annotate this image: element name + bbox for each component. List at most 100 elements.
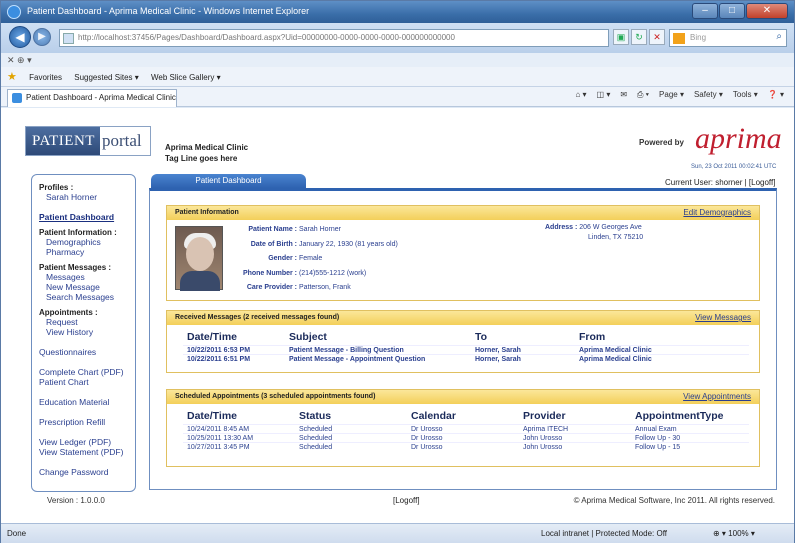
security-zone[interactable]: Local intranet | Protected Mode: Off <box>541 524 667 543</box>
status-text: Done <box>7 529 27 538</box>
browser-tab[interactable]: Patient Dashboard - Aprima Medical Clini… <box>7 89 177 107</box>
compatibility-icon[interactable]: ▣ <box>613 29 629 45</box>
back-icon[interactable]: ◀ <box>9 26 31 48</box>
address-label: Address : <box>545 224 578 231</box>
window-controls: – □ ✕ <box>691 3 788 19</box>
sidebar-item-request[interactable]: Request <box>39 317 135 327</box>
close-button[interactable]: ✕ <box>746 3 788 19</box>
dob-row: Date of Birth : January 22, 1930 (81 yea… <box>197 238 398 253</box>
safety-menu[interactable]: Safety ▾ <box>694 90 723 100</box>
home-icon[interactable]: ⌂ ▾ <box>575 90 586 100</box>
web-slice-gallery-link[interactable]: Web Slice Gallery ▾ <box>151 73 221 82</box>
dashboard-panel: Patient Information Edit Demographics Pa… <box>149 188 777 490</box>
table-row[interactable]: 10/25/2011 13:30 AM Scheduled Dr Urosso … <box>183 433 749 442</box>
search-icon[interactable]: ⌕ <box>776 31 782 42</box>
favorites-star-icon: ★ <box>7 71 17 83</box>
gender-label: Gender : <box>268 255 297 262</box>
copyright-text: © Aprima Medical Software, Inc 2011. All… <box>573 496 775 505</box>
zoom-control[interactable]: ⊕ ▾ 100% ▾ <box>713 524 755 543</box>
sidebar-item-search-messages[interactable]: Search Messages <box>39 292 135 302</box>
ie-icon <box>7 5 21 19</box>
table-row[interactable]: 10/27/2011 3:45 PM Scheduled Dr Urosso J… <box>183 442 749 451</box>
header-logoff-link[interactable]: [Logoff] <box>749 178 776 187</box>
patient-details: Patient Name : Sarah Horner Date of Birt… <box>197 223 398 296</box>
patient-name-row: Patient Name : Sarah Horner <box>197 223 398 238</box>
clinic-name: Aprima Medical Clinic <box>165 143 249 152</box>
minimize-button[interactable]: – <box>692 3 718 19</box>
feeds-icon[interactable]: ◫ ▾ <box>597 90 611 100</box>
col-appointment-type: AppointmentType <box>635 410 724 422</box>
server-datetime: Sun, 23 Oct 2011 00:02:41 UTC <box>691 164 777 170</box>
care-provider-label: Care Provider : <box>246 284 297 291</box>
message-subject-link[interactable]: Patient Message - Appointment Question <box>289 355 425 364</box>
status-bar: Done Local intranet | Protected Mode: Of… <box>1 523 794 543</box>
logo-text-left: PATIENT <box>26 127 100 155</box>
messages-header: Received Messages (2 received messages f… <box>167 311 759 325</box>
patient-name-value: Sarah Horner <box>298 226 341 233</box>
sidebar-item-profile[interactable]: Sarah Horner <box>39 192 135 202</box>
favorites-bar: ★ Favorites Suggested Sites ▾ Web Slice … <box>1 67 794 87</box>
care-provider-value: Patterson, Frank <box>298 284 351 291</box>
appointments-table: Date/Time Status Calendar Provider Appoi… <box>183 410 749 451</box>
tab-title: Patient Dashboard - Aprima Medical Clini… <box>26 93 176 102</box>
converter-bar[interactable]: ✕ ⊕ ▾ <box>1 53 794 67</box>
appt-datetime: 10/27/2011 3:45 PM <box>187 444 250 451</box>
view-appointments-link[interactable]: View Appointments <box>683 390 751 404</box>
sidebar-item-messages[interactable]: Messages <box>39 272 135 282</box>
appt-type: Follow Up - 15 <box>635 444 681 451</box>
current-user-label: Current User: shorner | <box>665 178 747 187</box>
message-datetime: 10/22/2011 6:51 PM <box>187 356 251 363</box>
patient-name-label: Patient Name : <box>248 226 297 233</box>
sidebar-item-change-password[interactable]: Change Password <box>39 467 135 477</box>
tools-menu[interactable]: Tools ▾ <box>733 90 758 100</box>
stop-icon[interactable]: ✕ <box>649 29 665 45</box>
appt-status: Scheduled <box>299 444 333 451</box>
maximize-button[interactable]: □ <box>719 3 745 19</box>
powered-by: Powered by <box>639 138 684 147</box>
tab-patient-dashboard[interactable]: Patient Dashboard <box>151 174 306 188</box>
search-box[interactable]: Bing ⌕ <box>669 29 787 47</box>
sidebar-item-dashboard[interactable]: Patient Dashboard <box>39 212 135 222</box>
sidebar-item-view-history[interactable]: View History <box>39 327 135 337</box>
messages-section: Received Messages (2 received messages f… <box>166 310 760 373</box>
search-placeholder: Bing <box>690 33 707 42</box>
help-menu[interactable]: ❓ ▾ <box>768 90 784 100</box>
clinic-tagline: Tag Line goes here <box>165 154 238 163</box>
edit-demographics-link[interactable]: Edit Demographics <box>683 206 751 220</box>
messages-header-row: Date/Time Subject To From <box>183 331 749 345</box>
sidebar-item-new-message[interactable]: New Message <box>39 282 135 292</box>
col-calendar: Calendar <box>411 410 456 422</box>
patient-info-header: Patient Information Edit Demographics <box>167 206 759 220</box>
sidebar-item-questionnaires[interactable]: Questionnaires <box>39 347 135 357</box>
table-row[interactable]: 10/22/2011 6:53 PM Patient Message - Bil… <box>183 345 749 354</box>
address-url: http://localhost:37456/Pages/Dashboard/D… <box>78 33 455 42</box>
sidebar-item-complete-chart[interactable]: Complete Chart (PDF) <box>39 367 135 377</box>
appt-provider: John Urosso <box>523 444 563 451</box>
forward-icon[interactable]: ▶ <box>33 28 51 46</box>
view-messages-link[interactable]: View Messages <box>695 311 751 325</box>
sidebar-item-patient-chart[interactable]: Patient Chart <box>39 377 135 387</box>
patient-info-title: Patient Information <box>175 209 239 216</box>
footer-logoff-link[interactable]: [Logoff] <box>393 496 420 505</box>
print-icon[interactable]: ⎙ ▾ <box>637 90 649 100</box>
page-icon <box>63 33 74 44</box>
mail-icon[interactable]: ✉ <box>620 90 627 100</box>
bing-icon <box>673 33 685 44</box>
address-bar[interactable]: http://localhost:37456/Pages/Dashboard/D… <box>59 29 609 47</box>
sidebar-item-pharmacy[interactable]: Pharmacy <box>39 247 135 257</box>
refresh-icon[interactable]: ↻ <box>631 29 647 45</box>
sidebar-item-view-statement[interactable]: View Statement (PDF) <box>39 447 135 457</box>
sidebar-item-demographics[interactable]: Demographics <box>39 237 135 247</box>
table-row[interactable]: 10/24/2011 8:45 AM Scheduled Dr Urosso A… <box>183 424 749 433</box>
col-status: Status <box>299 410 332 422</box>
favorites-button[interactable]: Favorites <box>29 73 62 82</box>
sidebar-item-view-ledger[interactable]: View Ledger (PDF) <box>39 437 135 447</box>
address-line-2: Linden, TX 75210 <box>588 234 644 241</box>
sidebar-item-prescription-refill[interactable]: Prescription Refill <box>39 417 135 427</box>
messages-table: Date/Time Subject To From 10/22/2011 6:5… <box>183 331 749 363</box>
col-to: To <box>475 331 488 343</box>
sidebar-item-education[interactable]: Education Material <box>39 397 135 407</box>
suggested-sites-link[interactable]: Suggested Sites ▾ <box>74 73 139 82</box>
page-menu[interactable]: Page ▾ <box>659 90 684 100</box>
table-row[interactable]: 10/22/2011 6:51 PM Patient Message - App… <box>183 354 749 363</box>
